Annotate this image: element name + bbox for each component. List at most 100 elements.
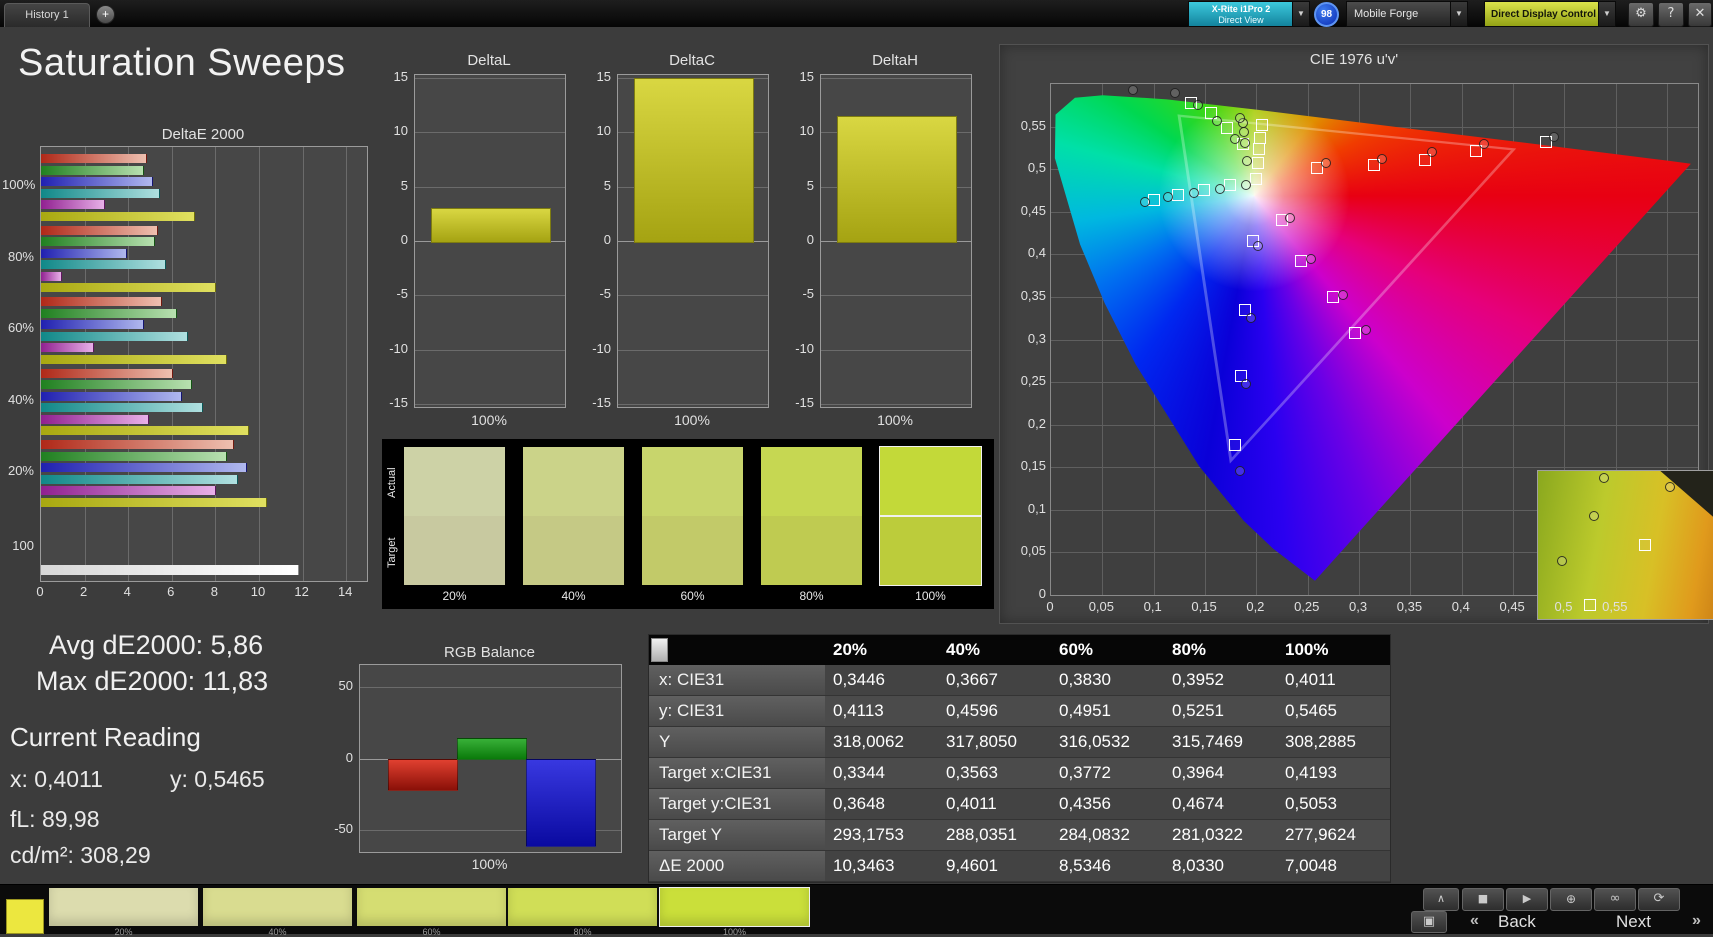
bar-cyan [41, 403, 204, 412]
next-button[interactable]: Next [1616, 912, 1651, 932]
bar-white [41, 565, 300, 575]
saturation-patch[interactable] [357, 888, 506, 926]
bar-cyan [41, 331, 189, 341]
meter-status-badge: 98 [1314, 2, 1339, 27]
table-row-label: Target x:CIE31 [649, 758, 825, 789]
table-row-label: Y [649, 727, 825, 758]
patch-label: 20% [114, 927, 133, 937]
gridline [415, 349, 565, 351]
meter-dropdown-icon[interactable]: ▼ [1292, 1, 1310, 27]
layout-icon[interactable]: ▣ [1411, 911, 1447, 933]
y-tick-label: 0,15 [1020, 458, 1046, 474]
swatch-column: 40% [523, 447, 624, 607]
meter-selector[interactable]: X-Rite i1Pro 2 Direct View [1188, 1, 1294, 27]
measured-circle [1549, 132, 1560, 143]
measured-circle [1479, 139, 1490, 150]
swatch-label: 60% [680, 589, 705, 603]
y-tick-label: -50 [334, 821, 353, 837]
y-tick-label: 0 [806, 232, 814, 247]
x-tick-label: 14 [337, 584, 353, 599]
table-cell: 315,7469 [1164, 727, 1277, 758]
x-tick-label: 0,45 [1499, 599, 1525, 614]
deltah-x-label: 100% [877, 412, 913, 428]
table-column-header: 80% [1164, 635, 1277, 665]
x-tick-label: 10 [250, 584, 266, 599]
table-cell: 8,0330 [1164, 851, 1277, 882]
table-cell: 0,3563 [938, 758, 1051, 789]
source-dropdown-icon[interactable]: ▼ [1450, 1, 1468, 27]
back-button[interactable]: Back [1498, 912, 1536, 932]
avg-de2000: Avg dE2000: 5,86 [49, 630, 264, 660]
add-tab-button[interactable]: + [96, 5, 115, 24]
deltac-bar [634, 77, 754, 243]
table-cell: 0,3344 [825, 758, 938, 789]
refresh-icon[interactable]: ⟳ [1638, 888, 1680, 911]
table-cell: 0,4356 [1051, 789, 1164, 820]
tab-history-1[interactable]: History 1 [4, 3, 90, 27]
y-tick-label: 10 [393, 123, 408, 139]
deltae2000-y-axis: 100% 80% 60% 40% 20% 100 [2, 146, 36, 580]
current-x: x: 0,4011 [10, 766, 103, 792]
current-cdm2: cd/m²: 308,29 [10, 842, 151, 868]
bar-green [41, 380, 193, 389]
table-cell: 316,0532 [1051, 727, 1164, 758]
table-column-header: 60% [1051, 635, 1164, 665]
bar-yellow [41, 283, 217, 292]
collapse-panel-button[interactable]: ∧ [1423, 888, 1459, 911]
help-icon[interactable]: ? [1658, 2, 1684, 27]
gridline [618, 295, 768, 297]
meter-name: X-Rite i1Pro 2 [1211, 3, 1271, 14]
target-square [1223, 178, 1236, 191]
inset-out-of-gamut-area [1660, 471, 1713, 548]
bar-red [41, 225, 158, 235]
stop-icon[interactable]: ■ [1462, 888, 1504, 911]
gridline [415, 77, 565, 79]
measured-circle [1230, 133, 1241, 144]
swatch-label: 20% [442, 589, 467, 603]
y-tick-label: -15 [389, 395, 408, 411]
table-cell: 0,3830 [1051, 665, 1164, 696]
deltah-plot-area [820, 74, 972, 408]
gear-icon[interactable]: ⚙ [1628, 2, 1654, 27]
table-cell: 0,5251 [1164, 696, 1277, 727]
target-square [1254, 131, 1267, 144]
next-chevron-icon[interactable]: » [1692, 912, 1701, 930]
target-square [1172, 188, 1185, 201]
swatch-column: 20% [404, 447, 505, 607]
deltac-chart-title: DeltaC [669, 52, 715, 69]
y-tick-label: -15 [592, 395, 611, 411]
bar-yellow [41, 211, 195, 221]
saturation-patch[interactable] [49, 888, 198, 926]
gridline [415, 132, 565, 134]
loop-icon[interactable]: ∞ [1594, 888, 1636, 911]
actual-swatch [761, 447, 862, 516]
swatch-label: 80% [799, 589, 824, 603]
gridline [618, 404, 768, 406]
deltal-chart: DeltaL 15 10 5 0 -5 -10 -15 100% [374, 52, 570, 432]
saturation-patch[interactable] [203, 888, 352, 926]
play-icon[interactable]: ▶ [1506, 888, 1548, 911]
display-control-selector[interactable]: Direct Display Control [1484, 1, 1600, 27]
deltal-chart-title: DeltaL [467, 52, 511, 69]
saturation-patch[interactable] [508, 888, 657, 926]
target-swatch [879, 515, 982, 586]
y-tick-label: -5 [396, 286, 408, 302]
x-tick-label: 4 [123, 584, 131, 599]
back-chevron-icon[interactable]: « [1470, 912, 1479, 930]
measured-circle [1285, 212, 1296, 223]
record-icon[interactable]: ⊕ [1550, 888, 1592, 911]
y-tick-label: 0,55 [1020, 117, 1046, 133]
x-tick-label: 0,25 [1294, 599, 1320, 614]
close-icon[interactable]: ✕ [1688, 2, 1712, 27]
deltac-plot-area [617, 74, 769, 408]
color-compare-panel: Actual Target 20% 40% 60% 80% 100% [382, 439, 994, 609]
y-tick-label: 15 [393, 68, 408, 84]
actual-swatch [642, 447, 743, 516]
saturation-patch[interactable] [659, 887, 810, 927]
y-group-label: 100% [2, 177, 36, 192]
deltac-y-axis: 15 10 5 0 -5 -10 -15 [583, 69, 613, 410]
actual-row-label: Actual [386, 467, 398, 499]
source-selector[interactable]: Mobile Forge [1346, 1, 1452, 27]
display-control-dropdown-icon[interactable]: ▼ [1598, 1, 1616, 27]
table-cell: 0,5053 [1277, 789, 1390, 820]
